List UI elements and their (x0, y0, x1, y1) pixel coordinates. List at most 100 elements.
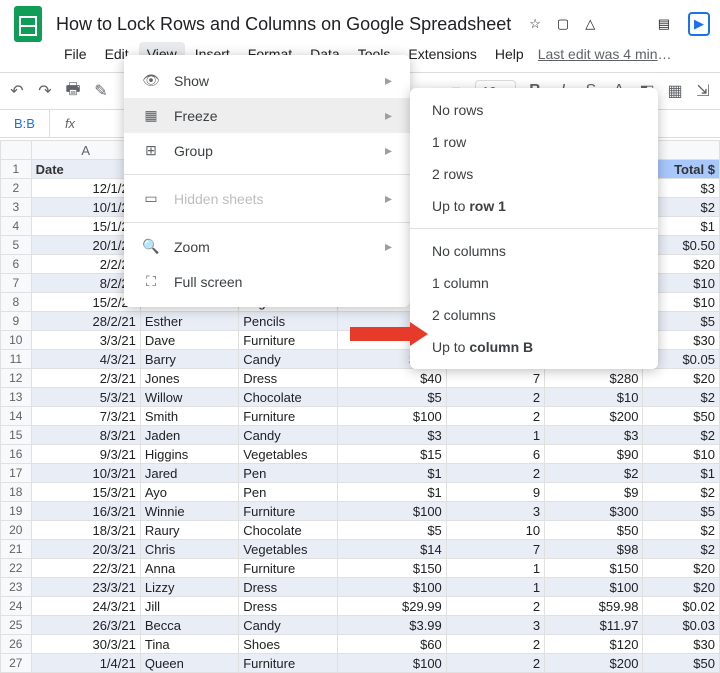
cell[interactable]: 7/3/21 (31, 407, 140, 426)
row-header[interactable]: 6 (1, 255, 32, 274)
row-header[interactable]: 12 (1, 369, 32, 388)
row-header[interactable]: 23 (1, 578, 32, 597)
cell[interactable]: 1 (446, 578, 544, 597)
present-icon[interactable]: ▶ (688, 12, 710, 36)
undo-icon[interactable]: ↶ (8, 82, 26, 100)
cell[interactable]: 16/3/21 (31, 502, 140, 521)
cell[interactable]: 2 (446, 635, 544, 654)
doc-title[interactable]: How to Lock Rows and Columns on Google S… (56, 14, 511, 35)
table-row[interactable]: 1710/3/21JaredPen$12$2$1 (1, 464, 720, 483)
cell[interactable]: Pencils (239, 312, 337, 331)
cell[interactable]: $50 (643, 407, 720, 426)
borders-icon[interactable]: ▦ (666, 82, 684, 100)
cell[interactable]: 2 (446, 407, 544, 426)
cell[interactable]: Esther (140, 312, 238, 331)
menu-fullscreen[interactable]: ⛶Full screen (124, 264, 410, 299)
paint-format-icon[interactable]: ✎ (92, 82, 110, 100)
cell[interactable]: Candy (239, 616, 337, 635)
freeze-no-cols[interactable]: No columns (410, 235, 658, 267)
cell[interactable]: Winnie (140, 502, 238, 521)
cell[interactable]: $98 (545, 540, 643, 559)
cell[interactable]: 2 (446, 464, 544, 483)
freeze-2-cols[interactable]: 2 columns (410, 299, 658, 331)
cell[interactable]: $100 (337, 654, 446, 673)
row-header[interactable]: 9 (1, 312, 32, 331)
freeze-2-rows[interactable]: 2 rows (410, 158, 658, 190)
name-box[interactable]: B:B (0, 110, 50, 137)
cell[interactable]: $11.97 (545, 616, 643, 635)
cell[interactable]: $2 (643, 521, 720, 540)
row-header[interactable]: 3 (1, 198, 32, 217)
table-row[interactable]: 2018/3/21RauryChocolate$510$50$2 (1, 521, 720, 540)
cell[interactable]: Willow (140, 388, 238, 407)
sheets-logo[interactable] (10, 6, 46, 42)
cell[interactable]: 3 (446, 502, 544, 521)
cell[interactable]: Ayo (140, 483, 238, 502)
cell[interactable]: $150 (337, 559, 446, 578)
cell[interactable]: 7 (446, 540, 544, 559)
freeze-1-row[interactable]: 1 row (410, 126, 658, 158)
table-row[interactable]: 1815/3/21AyoPen$19$9$2 (1, 483, 720, 502)
freeze-up-to-col[interactable]: Up to column B (410, 331, 658, 363)
table-row[interactable]: 169/3/21HigginsVegetables$156$90$10 (1, 445, 720, 464)
row-header[interactable]: 24 (1, 597, 32, 616)
cell[interactable]: $3 (545, 426, 643, 445)
cell[interactable]: 4/3/21 (31, 350, 140, 369)
cell[interactable]: 3 (446, 616, 544, 635)
cell[interactable]: 1 (446, 426, 544, 445)
cell[interactable]: Tina (140, 635, 238, 654)
table-row[interactable]: 135/3/21WillowChocolate$52$10$2 (1, 388, 720, 407)
cell[interactable]: 20/3/21 (31, 540, 140, 559)
cell[interactable]: Pen (239, 483, 337, 502)
cell[interactable]: $100 (337, 578, 446, 597)
table-row[interactable]: 2222/3/21AnnaFurniture$1501$150$20 (1, 559, 720, 578)
cell[interactable]: $3.99 (337, 616, 446, 635)
row-header[interactable]: 25 (1, 616, 32, 635)
table-row[interactable]: 147/3/21SmithFurniture$1002$200$50 (1, 407, 720, 426)
cell[interactable]: $9 (545, 483, 643, 502)
cell[interactable]: Jared (140, 464, 238, 483)
row-header[interactable]: 19 (1, 502, 32, 521)
table-row[interactable]: 122/3/21JonesDress$407$280$20 (1, 369, 720, 388)
cell[interactable]: Candy (239, 350, 337, 369)
move-icon[interactable]: ▢ (557, 16, 569, 32)
row-header[interactable]: 11 (1, 350, 32, 369)
cell[interactable]: $14 (337, 540, 446, 559)
cell[interactable]: $280 (545, 369, 643, 388)
cell[interactable]: $5 (337, 388, 446, 407)
cell[interactable]: $29.99 (337, 597, 446, 616)
cell[interactable]: $2 (643, 388, 720, 407)
cell[interactable]: $100 (545, 578, 643, 597)
cell[interactable]: $20 (643, 578, 720, 597)
cell[interactable]: $150 (545, 559, 643, 578)
cell[interactable]: $5 (643, 502, 720, 521)
table-row[interactable]: 1916/3/21WinnieFurniture$1003$300$5 (1, 502, 720, 521)
row-header[interactable]: 17 (1, 464, 32, 483)
cell[interactable]: Becca (140, 616, 238, 635)
row-header[interactable]: 27 (1, 654, 32, 673)
cell[interactable]: $1 (337, 483, 446, 502)
cell[interactable]: 30/3/21 (31, 635, 140, 654)
cell[interactable]: 26/3/21 (31, 616, 140, 635)
cell[interactable]: 24/3/21 (31, 597, 140, 616)
row-header[interactable]: 18 (1, 483, 32, 502)
menu-freeze[interactable]: ▦Freeze▸ (124, 98, 410, 133)
freeze-no-rows[interactable]: No rows (410, 94, 658, 126)
cell[interactable]: Anna (140, 559, 238, 578)
cell[interactable]: $20 (643, 369, 720, 388)
cell[interactable]: $90 (545, 445, 643, 464)
cell[interactable]: $0.02 (643, 597, 720, 616)
menu-group[interactable]: ⊞Group▸ (124, 133, 410, 168)
row-header[interactable]: 21 (1, 540, 32, 559)
cell[interactable]: Raury (140, 521, 238, 540)
cell[interactable]: $0.03 (643, 616, 720, 635)
cell[interactable]: $1 (337, 464, 446, 483)
cell[interactable]: 2 (446, 654, 544, 673)
cell[interactable]: $1 (643, 464, 720, 483)
corner-cell[interactable] (1, 141, 32, 160)
cell[interactable]: Jones (140, 369, 238, 388)
cell[interactable]: $2 (643, 483, 720, 502)
row-header[interactable]: 22 (1, 559, 32, 578)
cell[interactable]: 9/3/21 (31, 445, 140, 464)
table-row[interactable]: 2526/3/21BeccaCandy$3.993$11.97$0.03 (1, 616, 720, 635)
